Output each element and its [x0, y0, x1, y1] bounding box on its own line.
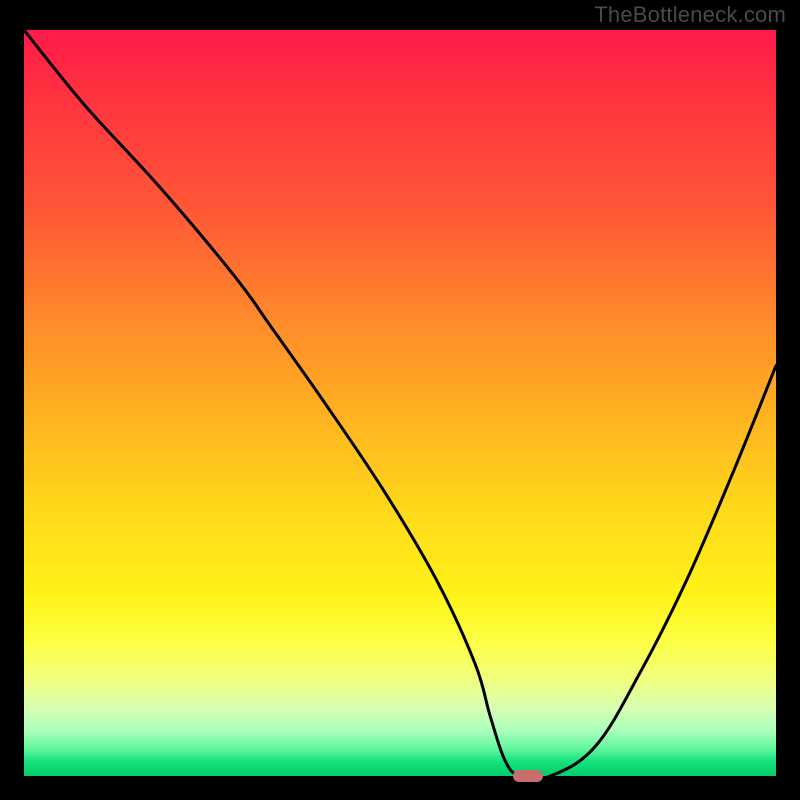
- bottleneck-curve: [24, 30, 776, 776]
- watermark-text: TheBottleneck.com: [594, 2, 786, 28]
- plot-area: [24, 30, 776, 776]
- optimal-marker: [513, 770, 543, 782]
- curve-line: [24, 30, 776, 776]
- chart-frame: TheBottleneck.com: [0, 0, 800, 800]
